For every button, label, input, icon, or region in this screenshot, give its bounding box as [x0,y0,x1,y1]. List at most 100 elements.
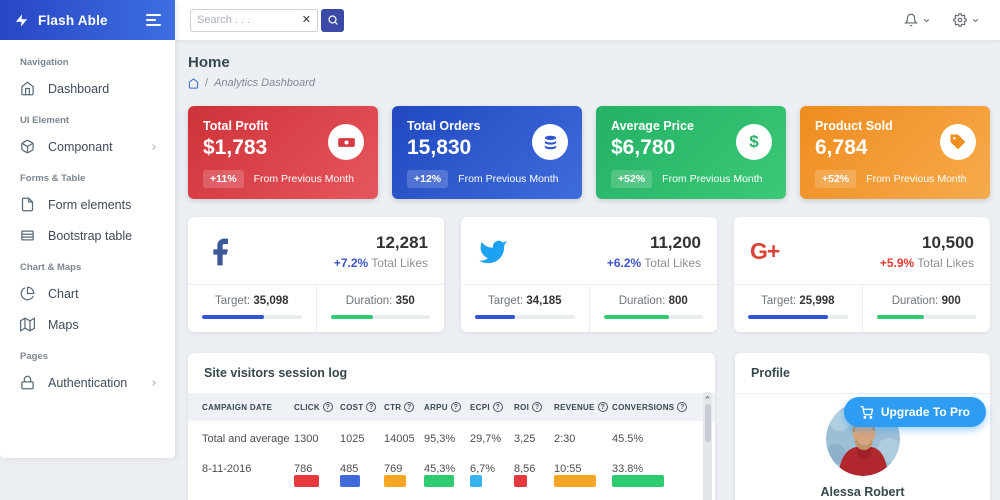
sidebar-item-componant[interactable]: Componant [0,131,175,162]
change-percent: +7.2% [333,256,369,270]
sidebar-section-navigation: Navigation [20,57,69,68]
help-icon [404,402,415,412]
help-icon [597,402,608,412]
change-percent: +5.9% [879,256,915,270]
sidebar-item-authentication[interactable]: Authentication [0,367,175,398]
googleplus-icon: G+ [750,238,780,264]
table-icon [20,228,35,243]
sidebar-section-forms-table: Forms & Table [20,173,86,184]
page-title: Home [188,54,230,71]
box-icon [20,139,35,154]
topbar: ✕ [175,0,1000,40]
table-header-row: Campaign date Click Cost CTR ARPU ECPI R… [188,393,715,421]
map-icon [20,317,35,332]
col-conversions[interactable]: Conversions [612,402,696,412]
col-roi[interactable]: ROI [514,402,554,412]
stat-card-total-orders[interactable]: Total Orders 15,830 +12% From Previous M… [392,106,582,199]
duration-progress [603,315,703,319]
googleplus-card: G+ 10,500 +5.9% Total Likes Target: 25,9… [734,217,990,332]
sidebar: Flash Able Navigation Dashboard UI Eleme… [0,0,175,458]
sidebar-item-dashboard[interactable]: Dashboard [0,73,175,104]
profile-name: Alessa Robert [820,485,905,499]
col-cost[interactable]: Cost [340,402,384,412]
help-icon [532,402,543,412]
lock-icon [20,375,35,390]
notifications-menu[interactable] [904,13,931,27]
profile-card: Profile Alessa Robert Upgrade To Pro [735,353,990,500]
home-breadcrumb-icon[interactable] [188,77,199,89]
col-ecpi[interactable]: ECPI [470,402,514,412]
change-percent: +6.2% [606,256,642,270]
chevron-right-icon [149,378,159,388]
stat-card-total-profit[interactable]: Total Profit $1,783 +11% From Previous M… [188,106,378,199]
chevron-down-icon [971,16,980,25]
status-badge: +52% [815,170,857,188]
target-progress [748,315,848,319]
target-progress [202,315,302,319]
col-campaign-date[interactable]: Campaign date [202,403,294,412]
table-scrollbar[interactable] [703,392,712,500]
status-badge: +12% [407,170,449,188]
likes-count: 10,500 [922,233,974,252]
home-icon [20,81,35,96]
breadcrumb-current[interactable]: Analytics Dashboard [214,77,315,89]
social-cards-row: 12,281 +7.2% Total Likes Target: 35,098 … [188,217,990,332]
status-badge: +52% [611,170,653,188]
sidebar-item-bootstrap-table[interactable]: Bootstrap table [0,220,175,251]
database-icon [532,124,568,160]
scroll-up-icon[interactable] [704,394,711,401]
bell-icon [904,13,918,27]
search-box: ✕ [190,8,318,32]
sidebar-header: Flash Able [0,0,175,40]
facebook-card: 12,281 +7.2% Total Likes Target: 35,098 … [188,217,444,332]
help-icon [450,402,461,412]
session-log-card: Site visitors session log Campaign date … [188,353,715,500]
gear-icon [953,13,967,27]
bolt-logo-icon [14,12,29,29]
sidebar-section-ui-element: UI Element [20,115,70,126]
col-click[interactable]: Click [294,402,340,412]
target-progress [475,315,575,319]
main-content: Home / Analytics Dashboard Total Profit … [175,40,1000,500]
chevron-right-icon [149,142,159,152]
breadcrumb: / Analytics Dashboard [188,77,990,89]
sidebar-item-maps[interactable]: Maps [0,309,175,340]
help-icon [322,402,333,412]
tags-icon [940,124,976,160]
help-icon [677,402,688,412]
stat-cards-row: Total Profit $1,783 +11% From Previous M… [188,106,990,199]
search-input[interactable] [197,14,298,26]
sidebar-item-form-elements[interactable]: Form elements [0,189,175,220]
dollar-icon: $ [736,124,772,160]
col-ctr[interactable]: CTR [384,402,424,412]
twitter-icon [477,237,517,267]
sidebar-item-chart[interactable]: Chart [0,278,175,309]
status-badge: +11% [203,170,244,188]
facebook-icon [204,236,244,268]
table-title: Site visitors session log [204,366,348,380]
col-arpu[interactable]: ARPU [424,402,470,412]
profile-title: Profile [735,353,990,394]
search-button[interactable] [321,8,344,32]
stat-card-average-price[interactable]: Average Price $6,780 $ +52% From Previou… [596,106,786,199]
twitter-card: 11,200 +6.2% Total Likes Target: 34,185 … [461,217,717,332]
sidebar-section-pages: Pages [20,351,48,362]
settings-menu[interactable] [953,13,980,27]
stat-card-product-sold[interactable]: Product Sold 6,784 +52% From Previous Mo… [800,106,990,199]
duration-progress [330,315,430,319]
pie-chart-icon [20,286,35,301]
chevron-down-icon [922,16,931,25]
duration-progress [876,315,976,319]
sidebar-section-chart-maps: Chart & Maps [20,262,82,273]
app-title: Flash Able [38,12,108,28]
table-row: Total and average 1300 1025 14005 95,3% … [202,433,644,445]
upgrade-to-pro-button[interactable]: Upgrade To Pro [843,397,986,427]
likes-count: 12,281 [376,233,428,252]
col-revenue[interactable]: Revenue [554,402,612,412]
cart-icon [860,405,873,419]
money-bill-icon [328,124,364,160]
clear-search-icon[interactable]: ✕ [302,14,311,26]
help-icon [492,402,503,412]
file-text-icon [20,197,35,212]
menu-toggle-icon[interactable] [146,14,161,26]
